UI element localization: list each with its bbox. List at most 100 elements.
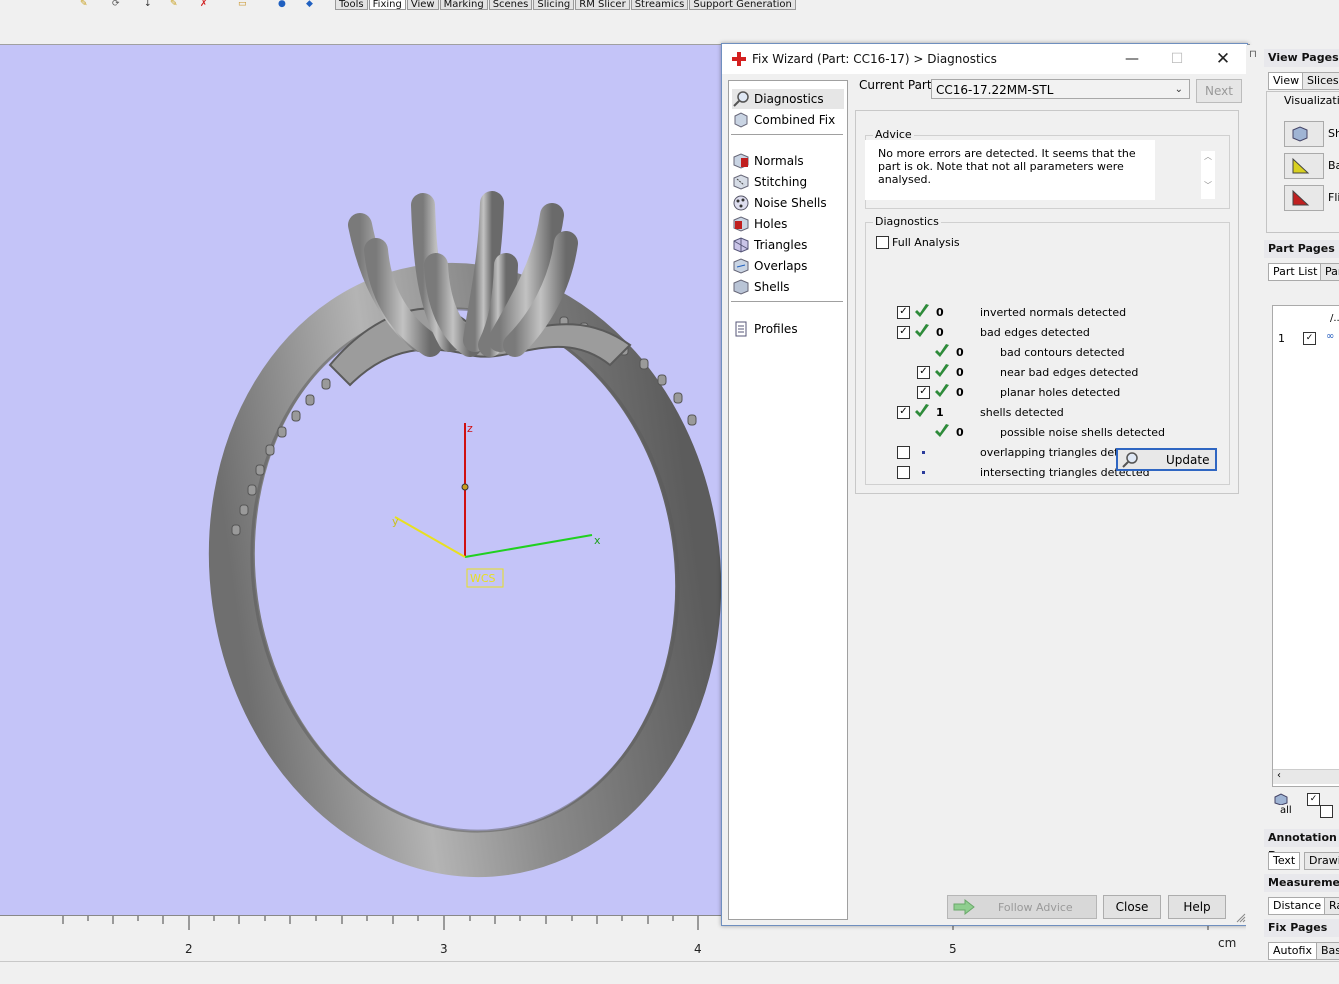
part-visible-checkbox[interactable]: ✓ <box>1303 332 1316 345</box>
bad-edges-button[interactable] <box>1284 153 1324 179</box>
normals-icon <box>733 153 749 169</box>
wizard-nav: Diagnostics Combined Fix Normals Stitchi… <box>728 80 848 920</box>
fix-pages-header[interactable]: Fix Pages <box>1264 919 1339 937</box>
tab-drawing[interactable]: Drawin <box>1304 852 1339 870</box>
diagnostic-count: 1 <box>936 406 944 419</box>
check-icon <box>935 424 949 437</box>
diagnostic-label: bad contours detected <box>1000 346 1125 359</box>
annotation-pages-header[interactable]: Annotation P <box>1264 829 1339 862</box>
info-icon[interactable]: ● <box>278 0 286 9</box>
sub-toolbar <box>0 11 1250 45</box>
tool-icon[interactable]: ▭ <box>238 0 247 9</box>
uncheck-all-checkbox[interactable] <box>1320 805 1333 818</box>
diagnostic-count: 0 <box>956 426 964 439</box>
tab-part-other[interactable]: Par <box>1320 263 1339 281</box>
help-button[interactable]: Help <box>1168 895 1226 919</box>
tool-icon[interactable]: ↓ <box>144 0 152 9</box>
menu-tab-slicing[interactable]: Slicing <box>533 0 575 10</box>
close-button[interactable]: Close <box>1103 895 1161 919</box>
nav-combined-fix[interactable]: Combined Fix <box>732 110 844 130</box>
axis-x-label: x <box>594 534 601 547</box>
diagnostic-count: 0 <box>956 346 964 359</box>
tab-text[interactable]: Text <box>1268 852 1301 870</box>
check-icon <box>935 344 949 357</box>
menu-tab-fixing[interactable]: Fixing <box>368 0 406 10</box>
fix-wizard-icon <box>732 52 746 66</box>
menu-tab-tools[interactable]: Tools <box>335 0 368 10</box>
nav-diagnostics[interactable]: Diagnostics <box>732 89 844 109</box>
horizontal-scrollbar[interactable]: ‹ <box>1273 769 1339 784</box>
nav-noise-shells[interactable]: Noise Shells <box>732 193 844 213</box>
menu-tab-view[interactable]: View <box>406 0 439 10</box>
tool-icon[interactable]: ✎ <box>170 0 178 9</box>
tool-icon[interactable]: ⟳ <box>112 0 120 9</box>
tool-icon[interactable]: ✎ <box>80 0 88 9</box>
full-analysis-checkbox[interactable] <box>876 236 889 249</box>
diagnostic-checkbox[interactable]: ✓ <box>897 306 910 319</box>
diagnostic-label: possible noise shells detected <box>1000 426 1166 439</box>
nav-profiles[interactable]: Profiles <box>732 319 844 339</box>
origin-marker <box>461 483 469 491</box>
nav-holes[interactable]: Holes <box>732 214 844 234</box>
tool-icon[interactable]: ◆ <box>306 0 313 9</box>
menu-tab-rm-slicer[interactable]: RM Slicer <box>575 0 630 10</box>
tab-radius[interactable]: Ra <box>1324 897 1339 915</box>
nav-stitching[interactable]: Stitching <box>732 172 844 192</box>
check-all-checkbox[interactable]: ✓ <box>1307 793 1320 806</box>
not-analysed-icon <box>922 451 925 454</box>
update-button[interactable]: Update <box>1116 448 1217 471</box>
part-list[interactable] <box>1272 305 1339 787</box>
full-analysis-label: Full Analysis <box>892 236 960 249</box>
nav-triangles[interactable]: Triangles <box>732 235 844 255</box>
menu-tab-marking[interactable]: Marking <box>439 0 488 10</box>
column-header: /.. <box>1330 313 1339 324</box>
close-window-button[interactable]: ✕ <box>1209 48 1237 70</box>
current-part-select[interactable]: CC16-17.22MM-STL ⌄ <box>931 79 1190 99</box>
tab-part-list[interactable]: Part List <box>1268 263 1323 281</box>
resize-grip-icon[interactable] <box>1236 913 1246 923</box>
diagnostic-checkbox[interactable]: ✓ <box>917 386 930 399</box>
measurement-header[interactable]: Measuremen <box>1264 874 1339 892</box>
nav-divider <box>731 134 843 135</box>
part-icon: ∞ <box>1326 331 1335 342</box>
not-analysed-icon <box>922 471 925 474</box>
follow-advice-button[interactable]: Follow Advice <box>947 895 1097 919</box>
tab-basic[interactable]: Bas <box>1316 942 1339 960</box>
current-part-label: Current Part: <box>859 78 936 92</box>
menu-tab-support-generation[interactable]: Support Generation <box>689 0 796 10</box>
tab-distance[interactable]: Distance <box>1268 897 1327 915</box>
menu-tabs: Tools Fixing View Marking Scenes Slicing RM Sl… <box>335 0 797 11</box>
advice-text: No more errors are detected. It seems th… <box>865 140 1155 200</box>
status-bar <box>0 961 1339 984</box>
menu-tab-scenes[interactable]: Scenes <box>488 0 533 10</box>
tab-slices[interactable]: Slices <box>1302 72 1339 90</box>
flipped-button[interactable] <box>1284 185 1324 211</box>
next-button[interactable]: Next <box>1196 79 1242 103</box>
check-icon <box>915 304 929 317</box>
tab-autofix[interactable]: Autofix <box>1268 942 1317 960</box>
part-pages-header[interactable]: Part Pages <box>1264 240 1339 258</box>
tool-icon[interactable]: ✗ <box>200 0 208 9</box>
profiles-icon <box>735 321 747 337</box>
nav-normals[interactable]: Normals <box>732 151 844 171</box>
select-all-button[interactable]: all <box>1274 793 1294 816</box>
nav-shells[interactable]: Shells <box>732 277 844 297</box>
minimize-button[interactable]: — <box>1118 48 1146 70</box>
diagnostic-checkbox[interactable] <box>897 466 910 479</box>
menu-tab-streamics[interactable]: Streamics <box>630 0 689 10</box>
diagnostic-count: 0 <box>936 326 944 339</box>
ruler-label: 2 <box>185 942 193 956</box>
shading-button[interactable] <box>1284 121 1324 147</box>
diagnostic-checkbox[interactable]: ✓ <box>897 406 910 419</box>
view-pages-header[interactable]: View Pages <box>1264 49 1339 67</box>
maximize-button[interactable]: ☐ <box>1163 48 1191 70</box>
pin-icon[interactable]: ⊓ <box>1249 49 1257 60</box>
diagnostic-checkbox[interactable] <box>897 446 910 459</box>
nav-overlaps[interactable]: Overlaps <box>732 256 844 276</box>
diagnostic-checkbox[interactable]: ✓ <box>917 366 930 379</box>
tab-view[interactable]: View <box>1268 72 1305 90</box>
arrow-right-icon <box>953 899 975 915</box>
diagnostic-checkbox[interactable]: ✓ <box>897 326 910 339</box>
advice-scrollbar[interactable]: ︿ ﹀ <box>1201 151 1215 199</box>
dialog-titlebar[interactable]: Fix Wizard (Part: CC16-17) > Diagnostics… <box>722 44 1247 74</box>
